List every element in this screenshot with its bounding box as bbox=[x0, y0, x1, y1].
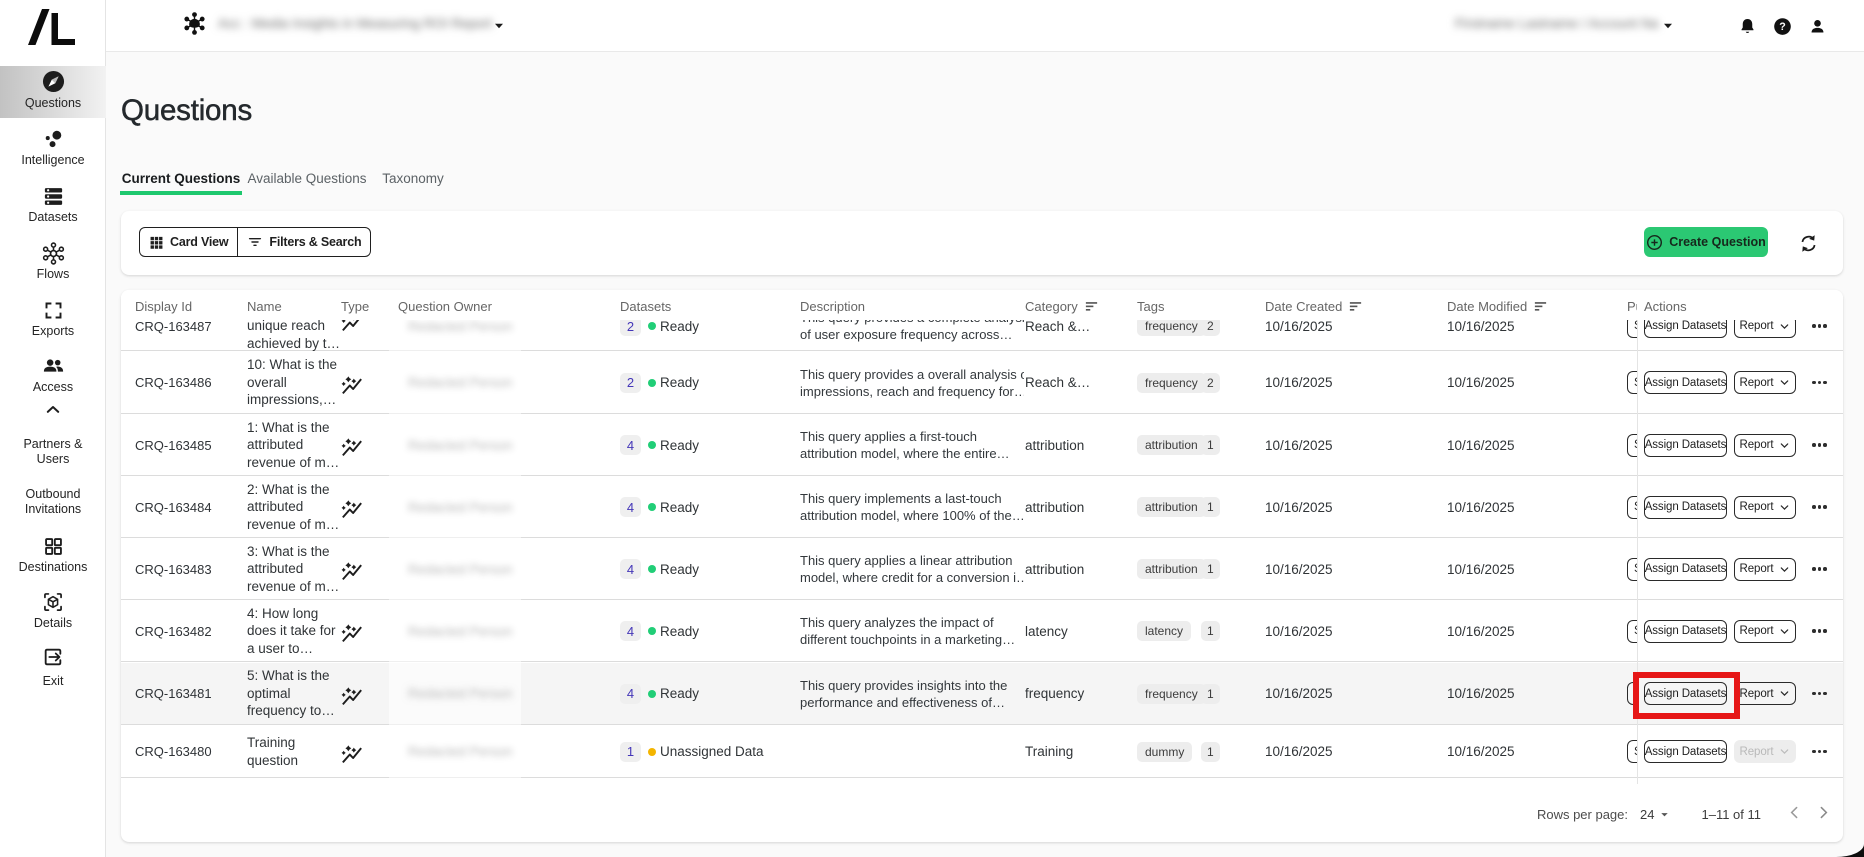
svg-text:?: ? bbox=[1779, 21, 1786, 33]
